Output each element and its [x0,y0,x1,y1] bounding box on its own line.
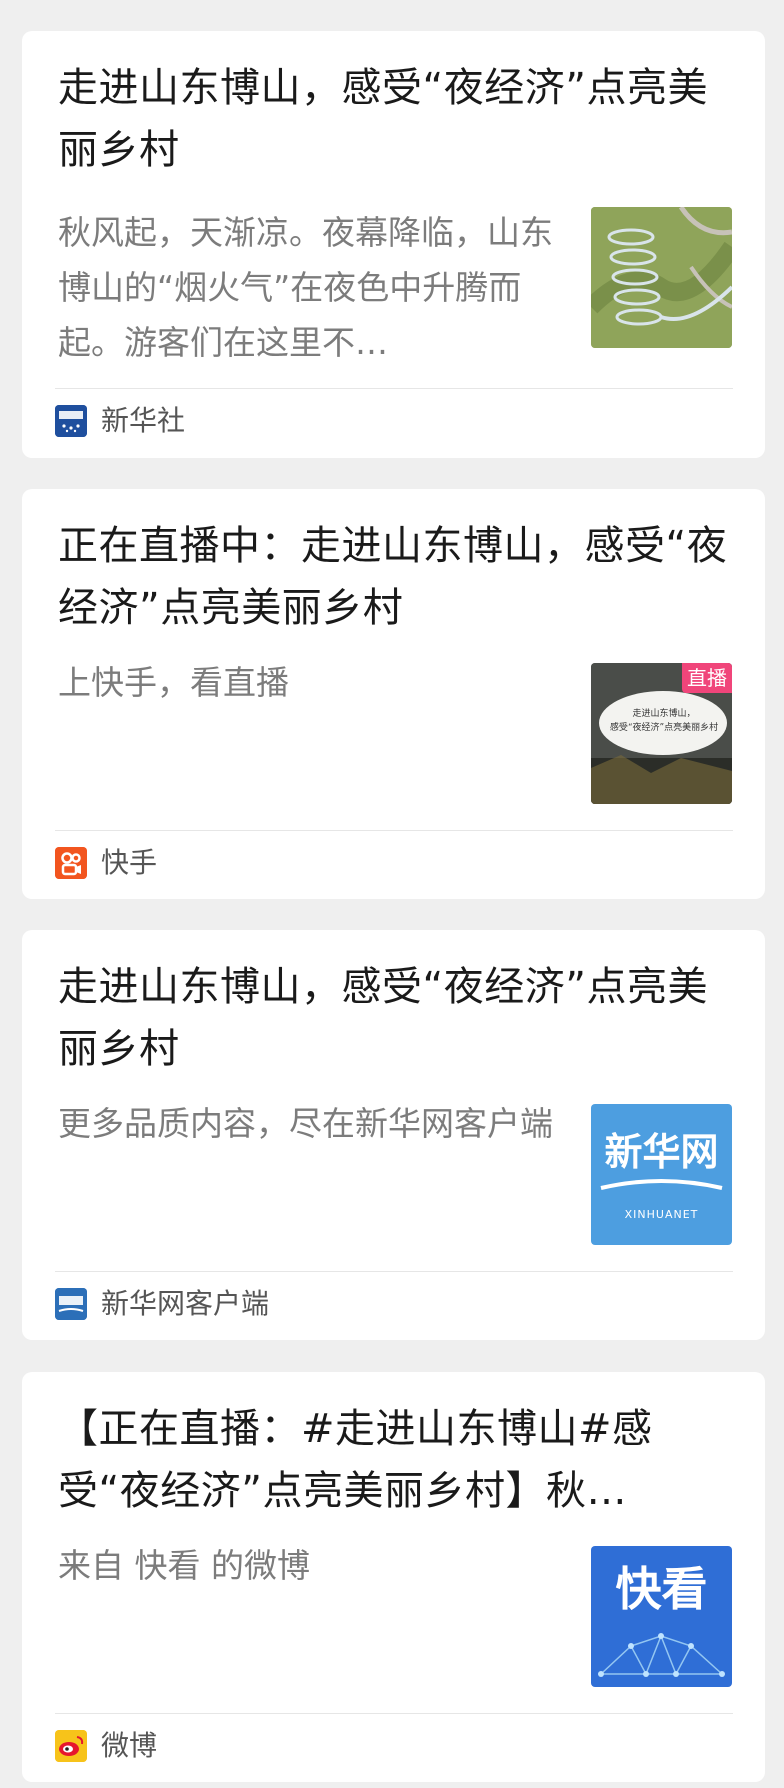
weibo-icon [55,1730,87,1762]
card-source[interactable]: 快手 [55,846,157,880]
kuaikan-logo-thumbnail[interactable]: 快看 [591,1546,732,1687]
xinhuanet-swoosh [600,1179,723,1190]
news-card-2[interactable]: 正在直播中：走进山东博山，感受“夜经济”点亮美丽乡村 上快手，看直播 走进山东博… [22,489,765,899]
source-label: 微博 [101,1729,158,1762]
card-divider [55,388,733,389]
card-title[interactable]: 正在直播中：走进山东博山，感受“夜经济”点亮美丽乡村 [58,515,738,639]
card-summary: 秋风起，天渐凉。夜幕降临，山东博山的“烟火气”在夜色中升腾而起。游客们在这里不… [58,213,553,362]
live-caption-line-1: 走进山东博山， [632,709,696,719]
network-dots-graphic [598,1633,725,1677]
live-caption-line-2: 感受“夜经济”点亮美丽乡村 [609,723,719,733]
card-summary: 更多品质内容，尽在新华网客户端 [58,1104,553,1143]
live-caption: 走进山东博山， 感受“夜经济”点亮美丽乡村 [605,707,723,735]
xinhuanet-logo-thumbnail[interactable]: 新华网 XINHUANET [591,1104,732,1245]
news-card-3[interactable]: 走进山东博山，感受“夜经济”点亮美丽乡村 更多品质内容，尽在新华网客户端 新华网… [22,930,765,1340]
card-title[interactable]: 【正在直播：#走进山东博山#感受“夜经济”点亮美丽乡村】秋… [58,1398,738,1522]
live-stream-thumbnail[interactable]: 走进山东博山， 感受“夜经济”点亮美丽乡村 直播 [591,663,732,804]
card-source[interactable]: 新华社 [55,404,185,438]
live-badge: 直播 [682,663,732,693]
card-title[interactable]: 走进山东博山，感受“夜经济”点亮美丽乡村 [58,956,738,1080]
card-source[interactable]: 新华网客户端 [55,1287,269,1321]
card-summary: 上快手，看直播 [58,663,289,702]
source-label: 快手 [101,846,158,879]
source-label: 新华社 [101,404,186,437]
kuaishou-icon [55,847,87,879]
source-label: 新华网客户端 [101,1287,270,1320]
card-title[interactable]: 走进山东博山，感受“夜经济”点亮美丽乡村 [58,57,738,181]
card-divider [55,830,733,831]
spiral-road-thumbnail[interactable] [591,207,732,348]
card-divider [55,1271,733,1272]
xinhua-agency-icon [55,405,87,437]
xinhuanet-logo-en: XINHUANET [624,1208,699,1221]
xinhuanet-icon [55,1288,87,1320]
card-divider [55,1713,733,1714]
spiral-road-image [591,207,732,348]
card-source[interactable]: 微博 [55,1729,157,1763]
news-card-1[interactable]: 走进山东博山，感受“夜经济”点亮美丽乡村 秋风起，天渐凉。夜幕降临，山东博山的“… [22,31,765,458]
news-card-4[interactable]: 【正在直播：#走进山东博山#感受“夜经济”点亮美丽乡村】秋… 来自 快看 的微博… [22,1372,765,1782]
card-summary: 来自 快看 的微博 [58,1546,310,1585]
